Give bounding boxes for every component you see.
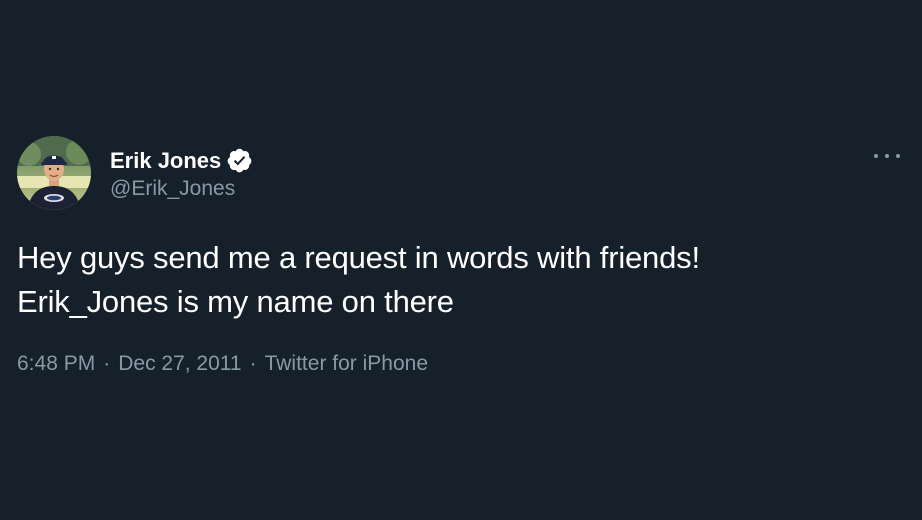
more-dots-icon bbox=[874, 154, 878, 158]
tweet-date[interactable]: Dec 27, 2011 bbox=[118, 352, 241, 376]
tweet-header: Erik Jones @Erik_Jones bbox=[17, 136, 253, 210]
tweet-text-line: Erik_Jones is my name on there bbox=[17, 284, 454, 319]
name-row: Erik Jones bbox=[110, 146, 253, 176]
meta-separator: · bbox=[103, 352, 111, 375]
author-handle[interactable]: @Erik_Jones bbox=[110, 177, 253, 201]
tweet-source[interactable]: Twitter for iPhone bbox=[265, 352, 428, 376]
more-dots-icon bbox=[896, 154, 900, 158]
tweet-text-line: Hey guys send me a request in words with… bbox=[17, 240, 700, 275]
more-dots-icon bbox=[885, 154, 889, 158]
avatar-image bbox=[17, 136, 91, 210]
meta-separator: · bbox=[249, 352, 257, 375]
tweet-text: Hey guys send me a request in words with… bbox=[17, 236, 897, 324]
tweet-meta: 6:48 PM · Dec 27, 2011 · Twitter for iPh… bbox=[17, 352, 428, 376]
display-name[interactable]: Erik Jones bbox=[110, 148, 221, 174]
avatar[interactable] bbox=[17, 136, 91, 210]
tweet-time[interactable]: 6:48 PM bbox=[17, 352, 95, 376]
more-options-button[interactable] bbox=[874, 146, 900, 166]
tweet-card: Erik Jones @Erik_Jones Hey guys send me … bbox=[0, 0, 922, 520]
verified-badge-icon bbox=[226, 147, 253, 174]
author-info: Erik Jones @Erik_Jones bbox=[110, 146, 253, 201]
